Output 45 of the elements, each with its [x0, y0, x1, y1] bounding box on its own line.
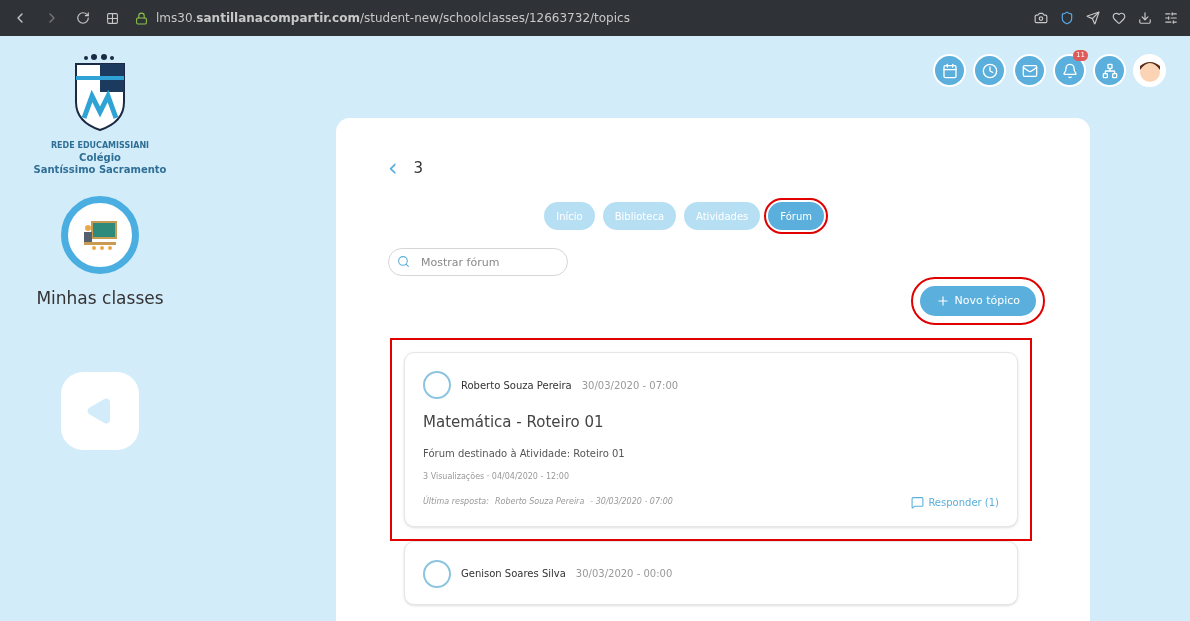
- back-link[interactable]: ‹: [388, 156, 398, 180]
- settings-icon[interactable]: [1164, 11, 1178, 25]
- last-reply-author: Roberto Souza Pereira: [494, 496, 585, 508]
- school-name: Colégio: [79, 152, 121, 164]
- avatar-icon: [423, 371, 451, 399]
- shield-icon[interactable]: [1060, 11, 1074, 25]
- tab[interactable]: Início: [544, 202, 595, 230]
- grid-icon[interactable]: [106, 11, 119, 25]
- camera-icon[interactable]: [1034, 11, 1048, 25]
- search-field[interactable]: Mostrar fórum: [388, 248, 568, 276]
- download-icon[interactable]: [1138, 11, 1152, 25]
- topic-description: Fórum destinado à Atividade: Roteiro 01: [423, 446, 626, 461]
- last-reply-date: - 30/03/2020 - 07:00: [590, 496, 673, 508]
- reload-icon[interactable]: [76, 11, 90, 25]
- new-topic-button[interactable]: Novo tópico: [920, 286, 1036, 316]
- avatar-icon: [423, 559, 451, 588]
- address-bar-url[interactable]: lms30.santillanacompartir.com/student-new/schoolclasses/12663732/topics: [156, 9, 630, 27]
- bell-icon: [1061, 62, 1078, 79]
- heart-icon[interactable]: [1112, 11, 1126, 25]
- class-title: 3: [413, 157, 424, 179]
- tab[interactable]: Atividades: [684, 202, 761, 230]
- calendar-icon: [941, 62, 958, 79]
- network-name: REDE EDUCAMISSIANI: [50, 140, 150, 152]
- bell-button[interactable]: [1053, 54, 1086, 87]
- topic-stats: 3 Visualizações · 04/04/2020 - 12:00: [423, 470, 570, 483]
- author-name: Genison Soares Silva: [461, 567, 566, 581]
- lock-icon: [135, 11, 148, 25]
- mail-icon: [1021, 62, 1038, 79]
- last-reply-label: Última resposta:: [423, 496, 489, 508]
- network-icon: [1101, 62, 1118, 79]
- clock-icon: [981, 62, 998, 79]
- post-date: 30/03/2020 - 07:00: [581, 378, 679, 393]
- author-name: Roberto Souza Pereira: [461, 378, 572, 393]
- tab[interactable]: Biblioteca: [602, 202, 677, 230]
- search-icon: [397, 255, 410, 268]
- post-date: 30/03/2020 - 00:00: [575, 567, 673, 581]
- avatar-icon[interactable]: [1133, 54, 1166, 87]
- topic-card[interactable]: Genison Soares Silva 30/03/2020 - 00:00: [404, 540, 1018, 605]
- reply-button[interactable]: Responder (1): [911, 494, 999, 510]
- sidebar-item[interactable]: Minhas classes: [36, 286, 164, 312]
- topic-title: Matemática - Roteiro 01: [423, 412, 605, 433]
- speech-bubble-icon: [911, 495, 925, 509]
- plus-icon: [936, 294, 951, 308]
- send-icon[interactable]: [1086, 11, 1100, 25]
- school-name: Santíssimo Sacramento: [33, 164, 167, 176]
